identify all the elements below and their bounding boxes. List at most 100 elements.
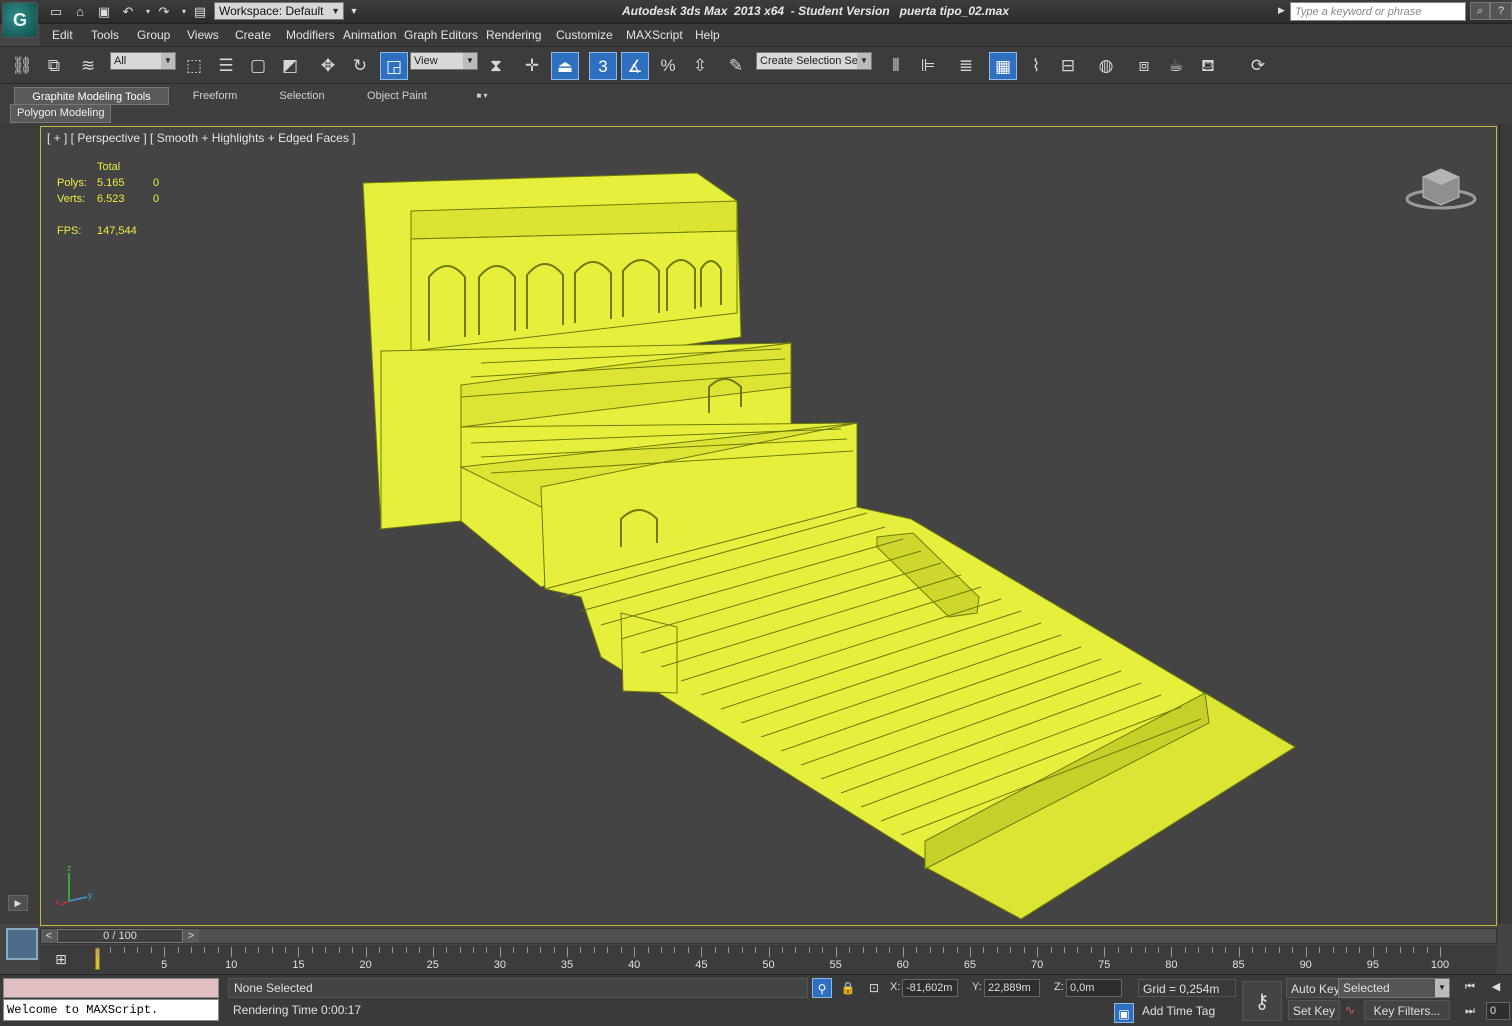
current-frame-field[interactable]: 0	[1486, 1002, 1510, 1020]
unlink-icon[interactable]: ⧉	[40, 52, 68, 80]
menu-graph-editors[interactable]: Graph Editors	[404, 28, 478, 42]
select-and-rotate-icon[interactable]: ↻	[346, 52, 374, 80]
menu-customize[interactable]: Customize	[556, 28, 613, 42]
go-to-end-icon[interactable]: ⏭	[1460, 1002, 1480, 1020]
select-and-move-icon[interactable]: ✥	[314, 52, 342, 80]
menu-animation[interactable]: Animation	[343, 28, 396, 42]
render-setup-icon[interactable]: ⧈	[1130, 52, 1158, 80]
menu-help[interactable]: Help	[695, 28, 720, 42]
new-file-icon[interactable]: ▭	[48, 4, 64, 19]
select-object-icon[interactable]: ⬚	[180, 52, 208, 80]
default-in-out-tangents-icon[interactable]: ∿	[1340, 1000, 1360, 1020]
percent-snap-icon[interactable]: %	[654, 52, 682, 80]
material-editor-icon[interactable]: ◍	[1092, 52, 1120, 80]
set-key-button[interactable]: Set Key	[1288, 1000, 1341, 1020]
x-coord-field[interactable]: -81,602m	[902, 979, 958, 997]
track-bar[interactable]: 5 10 15 20 25 30 35 40 45 50 55 60 65 70 75 80 85 90 95 100	[40, 945, 1497, 973]
curve-editor-icon[interactable]: ⌇	[1022, 52, 1050, 80]
named-selection-dropdown[interactable]: Create Selection Se ▼	[756, 52, 872, 70]
timeline-tick-label: 95	[1366, 959, 1379, 971]
go-to-start-icon[interactable]: ⏮	[1460, 978, 1480, 996]
project-folder-icon[interactable]: ▤	[192, 4, 208, 19]
selection-lock-icon[interactable]: 🔒	[838, 978, 858, 998]
link-icon[interactable]: ⛓	[8, 52, 36, 80]
timeline-tick-label: 85	[1232, 959, 1245, 971]
undo-dropdown-icon[interactable]: ▾	[140, 4, 156, 19]
redo-icon[interactable]: ↷	[156, 4, 172, 19]
select-by-name-icon[interactable]: ☰	[212, 52, 240, 80]
perspective-viewport[interactable]: [ + ] [ Perspective ] [ Smooth + Highlig…	[40, 126, 1497, 926]
play-icon[interactable]: ▶	[8, 895, 28, 911]
tab-graphite-modeling-tools[interactable]: Graphite Modeling Tools	[14, 87, 169, 105]
mirror-icon[interactable]: ⫴	[882, 52, 910, 80]
rectangular-selection-icon[interactable]: ▢	[244, 52, 272, 80]
key-mode-dropdown[interactable]: Selected ▼	[1338, 978, 1450, 998]
undo-icon[interactable]: ↶	[120, 4, 136, 19]
snaps-toggle-icon[interactable]: 3	[589, 52, 617, 80]
ribbon-options-icon[interactable]: ■ ▾	[468, 87, 496, 105]
application-menu-button[interactable]: G	[2, 2, 38, 38]
tab-freeform[interactable]: Freeform	[175, 87, 255, 105]
isolate-selection-icon[interactable]: ⚲	[812, 978, 832, 998]
previous-frame-icon[interactable]: ◀	[1486, 978, 1506, 996]
infocenter-expand-icon[interactable]: ▶	[1278, 5, 1285, 16]
next-frame-arrow-icon[interactable]: >	[183, 929, 199, 943]
align-icon[interactable]: ⊫	[914, 52, 942, 80]
bind-space-warp-icon[interactable]: ≋	[74, 52, 102, 80]
help-icon[interactable]: ?	[1490, 2, 1512, 20]
timeline-tick	[1077, 947, 1079, 953]
menu-rendering[interactable]: Rendering	[486, 28, 541, 42]
open-mini-curve-editor-icon[interactable]: ⊞	[50, 948, 72, 970]
open-file-icon[interactable]: ⌂	[72, 4, 88, 19]
tab-selection[interactable]: Selection	[262, 87, 342, 105]
y-coord-field[interactable]: 22,889m	[984, 979, 1040, 997]
search-icon[interactable]: ⌕	[1470, 2, 1490, 20]
menu-edit[interactable]: Edit	[52, 28, 73, 42]
render-production-icon[interactable]: ⛾	[1194, 52, 1222, 80]
angle-snap-icon[interactable]: ∡	[621, 52, 649, 80]
maxscript-listener-output[interactable]	[3, 978, 219, 998]
rendered-frame-window-icon[interactable]: ☕	[1162, 52, 1190, 80]
menu-maxscript[interactable]: MAXScript	[626, 28, 683, 42]
schematic-view-icon[interactable]: ⊟	[1054, 52, 1082, 80]
tab-object-paint[interactable]: Object Paint	[352, 87, 442, 105]
menu-group[interactable]: Group	[137, 28, 170, 42]
time-slider-thumb[interactable]: 0 / 100	[57, 929, 183, 943]
add-time-tag[interactable]: Add Time Tag	[1138, 1002, 1215, 1020]
menu-views[interactable]: Views	[187, 28, 219, 42]
key-filters-button[interactable]: Key Filters...	[1364, 1000, 1450, 1020]
z-coord-field[interactable]: 0,0m	[1066, 979, 1122, 997]
render-iterative-icon[interactable]: ⟳	[1244, 52, 1272, 80]
spinner-snap-icon[interactable]: ⇳	[686, 52, 714, 80]
pivot-point-center-icon[interactable]: ⧗	[482, 52, 510, 80]
menu-create[interactable]: Create	[235, 28, 271, 42]
model-geometry[interactable]	[362, 172, 1296, 920]
polygon-modeling-panel[interactable]: Polygon Modeling	[10, 104, 112, 123]
adaptive-degradation-icon[interactable]: ▣	[1114, 1003, 1134, 1023]
select-and-scale-icon[interactable]: ◲	[380, 52, 408, 80]
customize-quick-access-icon[interactable]: ▼	[346, 4, 362, 19]
selection-filter-dropdown[interactable]: All ▼	[110, 52, 176, 70]
select-and-manipulate-icon[interactable]: ✛	[518, 52, 546, 80]
reference-coordinate-dropdown[interactable]: View ▼	[410, 52, 478, 70]
maximize-viewport-toggle[interactable]	[6, 928, 38, 960]
auto-key-button[interactable]: Auto Key	[1286, 978, 1345, 998]
layer-manager-icon[interactable]: ≣	[952, 52, 980, 80]
search-input[interactable]: Type a keyword or phrase	[1290, 2, 1466, 21]
menu-tools[interactable]: Tools	[91, 28, 119, 42]
keyboard-shortcut-override-icon[interactable]: ⏏	[551, 52, 579, 80]
edit-named-selection-icon[interactable]: ✎	[722, 52, 750, 80]
absolute-mode-transform-icon[interactable]: ⊡	[864, 978, 884, 998]
workspace-dropdown[interactable]: Workspace: Default ▼	[214, 2, 344, 20]
command-panel-edge[interactable]	[1499, 124, 1512, 924]
set-key-icon[interactable]: ⚷	[1242, 981, 1282, 1021]
graphite-toggle-icon[interactable]: ▦	[989, 52, 1017, 80]
maxscript-listener-input[interactable]: Welcome to MAXScript.	[3, 999, 219, 1021]
stair-model[interactable]	[41, 127, 1497, 926]
time-slider[interactable]: < 0 / 100 >	[40, 928, 1497, 944]
menu-modifiers[interactable]: Modifiers	[286, 28, 335, 42]
window-crossing-icon[interactable]: ◩	[276, 52, 304, 80]
save-icon[interactable]: ▣	[96, 4, 112, 19]
prev-frame-arrow-icon[interactable]: <	[41, 929, 57, 943]
redo-dropdown-icon[interactable]: ▾	[176, 4, 192, 19]
